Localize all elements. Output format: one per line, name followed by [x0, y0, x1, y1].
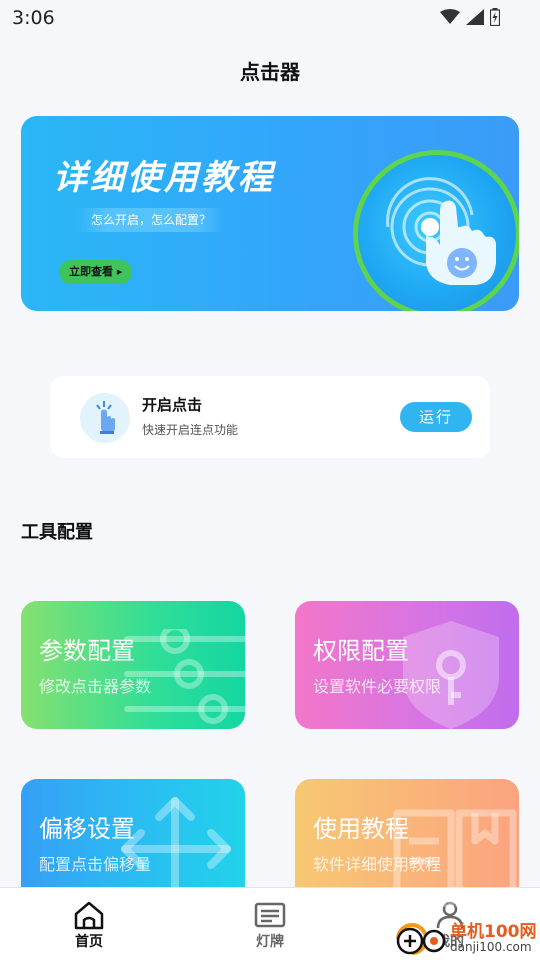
banner-title: 详细使用教程 — [53, 158, 275, 198]
status-time: 3:06 — [12, 7, 55, 29]
watermark-url: danji100.com — [450, 940, 532, 954]
tab-home[interactable]: 首页 — [49, 888, 129, 960]
banner-subtitle: 怎么开启，怎么配置？ — [77, 208, 226, 232]
watermark-logo — [396, 923, 446, 955]
run-card-title: 开启点击 — [142, 396, 203, 414]
parameter-config-card[interactable]: 参数配置 修改点击器参数 — [21, 601, 245, 729]
view-now-button[interactable]: 立即查看 ▸ — [59, 260, 133, 284]
tab-label: 首页 — [75, 934, 103, 950]
card-title: 参数配置 — [39, 637, 135, 665]
led-sign-icon — [254, 902, 286, 928]
permission-config-card[interactable]: 权限配置 设置软件必要权限 — [295, 601, 519, 729]
page-title: 点击器 — [240, 60, 300, 84]
card-subtitle: 修改点击器参数 — [39, 677, 152, 696]
start-click-card: 开启点击 快速开启连点功能 运行 — [50, 376, 490, 458]
tab-label: 灯牌 — [256, 934, 284, 950]
card-title: 使用教程 — [313, 815, 409, 843]
tools-section-title: 工具配置 — [21, 522, 93, 543]
card-subtitle: 设置软件必要权限 — [313, 677, 442, 696]
cell-signal-icon — [466, 9, 484, 25]
fingerprint-hand-icon — [353, 150, 519, 311]
status-icons — [440, 8, 500, 26]
tab-led-sign[interactable]: 灯牌 — [230, 888, 310, 960]
watermark-brand: 单机100网 — [450, 922, 537, 942]
card-title: 偏移设置 — [39, 815, 135, 843]
home-icon — [74, 901, 104, 930]
card-subtitle: 配置点击偏移量 — [39, 855, 152, 874]
run-button[interactable]: 运行 — [400, 402, 472, 432]
wifi-icon — [440, 9, 460, 24]
run-card-subtitle: 快速开启连点功能 — [142, 423, 239, 437]
card-subtitle: 软件详细使用教程 — [313, 855, 442, 874]
battery-icon — [490, 8, 500, 26]
card-title: 权限配置 — [313, 637, 409, 665]
status-bar: 3:06 — [0, 0, 540, 36]
tutorial-banner[interactable]: 详细使用教程 怎么开启，怎么配置？ 立即查看 ▸ — [21, 116, 519, 311]
tap-hand-icon — [80, 393, 130, 443]
watermark: 单机100网 danji100.com — [390, 915, 540, 960]
